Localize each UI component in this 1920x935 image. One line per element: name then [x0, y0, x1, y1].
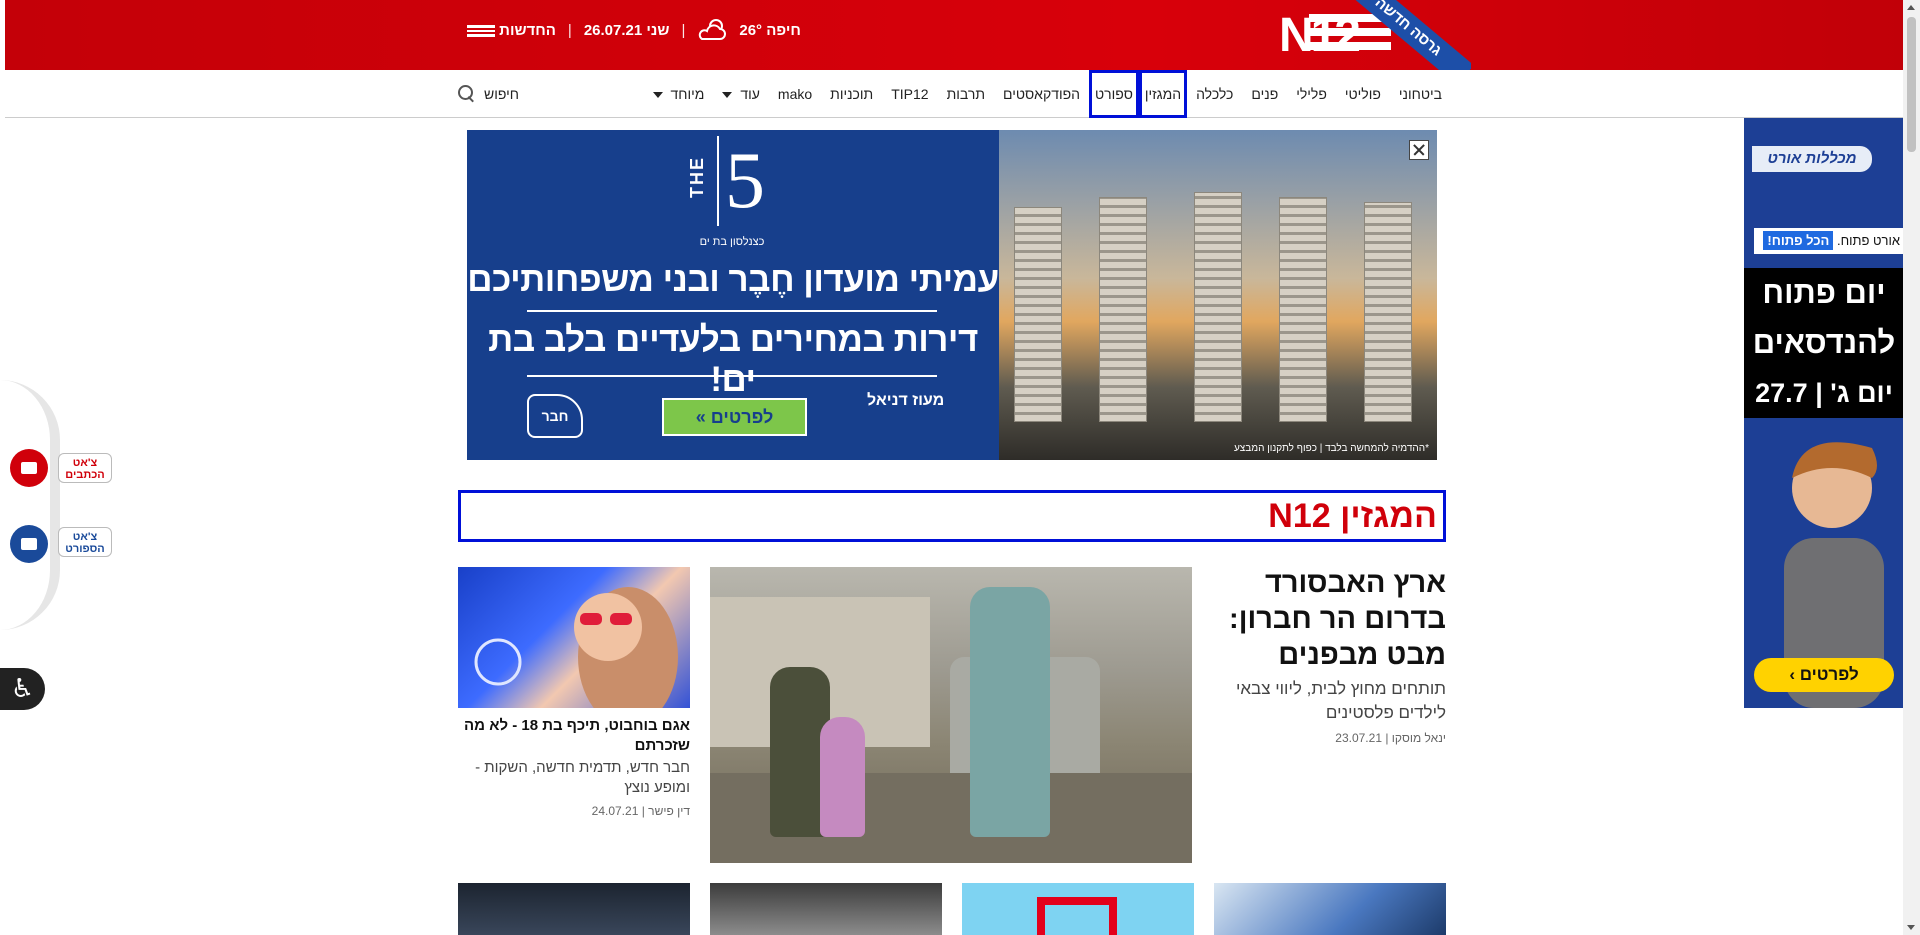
separator: |: [681, 21, 686, 39]
article-thumb[interactable]: [710, 883, 942, 935]
date-display: שני 26.07.21: [583, 21, 670, 39]
lead-article-meta: ינאל מוסקו | 23.07.21: [1335, 731, 1446, 745]
ad-chever-logo: חבר: [527, 394, 583, 438]
tower: [1279, 197, 1327, 422]
side-article-subtitle: חבר חדש, תדמית חדשה, השקות - ומופע נוצץ: [475, 759, 690, 796]
ad-headline-2: דירות במחירים בלעדיים בלב בת ים!: [488, 320, 978, 399]
chat-dock: [0, 380, 60, 630]
top-info: חיפה 26° | שני 26.07.21 | החדשות: [463, 0, 801, 60]
side-ad-cta-button[interactable]: לפרטים ›: [1754, 658, 1894, 692]
ad-details-button[interactable]: לפרטים »: [662, 398, 807, 436]
weather-city: חיפה 26°: [739, 21, 801, 39]
news-link[interactable]: החדשות: [463, 22, 556, 39]
top-bar: חיפה 26° | שני 26.07.21 | החדשות N12 גרס…: [5, 0, 1903, 70]
nav-item-crime[interactable]: פלילי: [1287, 70, 1336, 118]
ad-divider: [527, 375, 937, 377]
image-child: [970, 587, 1050, 837]
accessibility-icon[interactable]: ♿: [0, 668, 45, 710]
nav-item-magazine[interactable]: המגזין: [1138, 70, 1188, 118]
nav-list: ביטחוני פוליטי פלילי פנים כלכלה המגזין ס…: [644, 70, 1452, 118]
side-ad-line-2: להנדסאים: [1744, 318, 1904, 368]
scroll-down-icon[interactable]: [1907, 925, 1915, 930]
ad-towers-photo: *ההדמיה להמחשה בלבד | כפוף לתקנון המבצע: [999, 130, 1437, 460]
ad-brand-logo: THE 5 כצנלסון בת ים: [687, 136, 777, 248]
chat-writers-icon[interactable]: [10, 449, 48, 487]
top-bar-inner: חיפה 26° | שני 26.07.21 | החדשות N12 גרס…: [463, 0, 1471, 70]
page-scrollbar[interactable]: [1903, 0, 1920, 935]
tower: [1099, 197, 1147, 422]
nav-item-tip12[interactable]: TIP12: [882, 70, 937, 118]
thumb-graphic: [1037, 897, 1117, 935]
nav-item-politics[interactable]: פוליטי: [1336, 70, 1390, 118]
ad-photo-caption: *ההדמיה להמחשה בלבד | כפוף לתקנון המבצע: [1233, 443, 1429, 454]
image-child: [820, 717, 865, 837]
tower: [1194, 192, 1242, 422]
nav-item-sport[interactable]: ספורט: [1089, 70, 1139, 118]
article-thumb[interactable]: [458, 883, 690, 935]
side-article-image[interactable]: [458, 567, 690, 708]
side-ad-tag: אורט פתוח. הכל פתוח!: [1754, 228, 1904, 254]
nav-item-more[interactable]: עוד: [713, 70, 769, 118]
tower: [1364, 202, 1412, 422]
nav-item-culture[interactable]: תרבות: [938, 70, 994, 118]
separator: |: [567, 21, 572, 39]
banner-ad[interactable]: THE 5 כצנלסון בת ים עמיתי מועדון חֶבֶר ו…: [467, 130, 1437, 460]
nav-item-podcasts[interactable]: הפודקאסטים: [994, 70, 1089, 118]
lead-article-title[interactable]: ארץ האבסורד בדרום הר חברון: מבט מבפנים: [1202, 565, 1446, 673]
section-header-magazine[interactable]: המגזין N12: [458, 490, 1446, 542]
chat-writers-label[interactable]: צ'אט הכתבים: [58, 453, 112, 483]
ad-developer-logo: מעוז דניאל: [867, 392, 945, 409]
side-article-meta: דין פישר | 24.07.21: [591, 804, 690, 818]
chat-sport-label[interactable]: צ'אט הספורט: [58, 527, 112, 557]
side-article[interactable]: אגם בוחבוט, תיכף בת 18 - לא מה שזכרתם חב…: [458, 567, 690, 818]
side-ad-line-1: יום פתוח: [1744, 268, 1904, 318]
main-nav-inner: ביטחוני פוליטי פלילי פנים כלכלה המגזין ס…: [458, 70, 1451, 118]
side-ad[interactable]: מכללות אורט אורט פתוח. הכל פתוח! יום פתו…: [1744, 118, 1904, 708]
chat-sport-icon[interactable]: [10, 525, 48, 563]
nav-item-shows[interactable]: תוכניות: [821, 70, 882, 118]
new-version-ribbon[interactable]: גרסה חדשה: [1341, 0, 1471, 70]
search-label: חיפוש: [484, 86, 519, 102]
scroll-up-icon[interactable]: [1907, 5, 1915, 10]
side-article-title[interactable]: אגם בוחבוט, תיכף בת 18 - לא מה שזכרתם: [458, 716, 690, 756]
nav-item-mako[interactable]: mako: [769, 70, 821, 118]
ad-close-icon[interactable]: [1409, 140, 1429, 160]
search-icon: [458, 85, 476, 103]
search-button[interactable]: חיפוש: [458, 70, 519, 118]
ad-brand-the: THE: [687, 156, 707, 198]
ad-brand-five: 5: [717, 136, 765, 226]
side-ad-logo: מכללות אורט: [1752, 146, 1872, 172]
news-icon: [467, 24, 495, 37]
ad-text-panel: THE 5 כצנלסון בת ים עמיתי מועדון חֶבֶר ו…: [467, 130, 999, 460]
weather-cloud-icon: [697, 17, 727, 43]
lead-article[interactable]: ארץ האבסורד בדרום הר חברון: מבט מבפנים ת…: [1202, 565, 1446, 745]
nav-item-economy[interactable]: כלכלה: [1187, 70, 1242, 118]
article-thumb[interactable]: [962, 883, 1194, 935]
ad-brand-sub: כצנלסון בת ים: [699, 236, 765, 248]
section-title: המגזין N12: [1268, 497, 1437, 535]
n12-logo[interactable]: N12 גרסה חדשה: [1216, 0, 1471, 70]
side-ad-line-3: יום ג' | 27.7: [1744, 368, 1904, 418]
tower: [1014, 207, 1062, 422]
ad-headline-1: עמיתי מועדון חֶבֶר ובני משפחותיכם: [467, 260, 999, 299]
article-thumb[interactable]: [1214, 883, 1446, 935]
ad-divider: [527, 310, 937, 312]
main-nav: ביטחוני פוליטי פלילי פנים כלכלה המגזין ס…: [5, 70, 1903, 118]
scroll-thumb[interactable]: [1907, 17, 1916, 152]
nav-item-special[interactable]: מיוחד: [644, 70, 714, 118]
nav-item-security[interactable]: ביטחוני: [1390, 70, 1451, 118]
nav-item-domestic[interactable]: פנים: [1242, 70, 1287, 118]
lead-article-image[interactable]: [710, 567, 1192, 863]
lead-article-subtitle: תותחים מחוץ לבית, ליווי צבאי לילדים פלסט…: [1235, 679, 1446, 722]
